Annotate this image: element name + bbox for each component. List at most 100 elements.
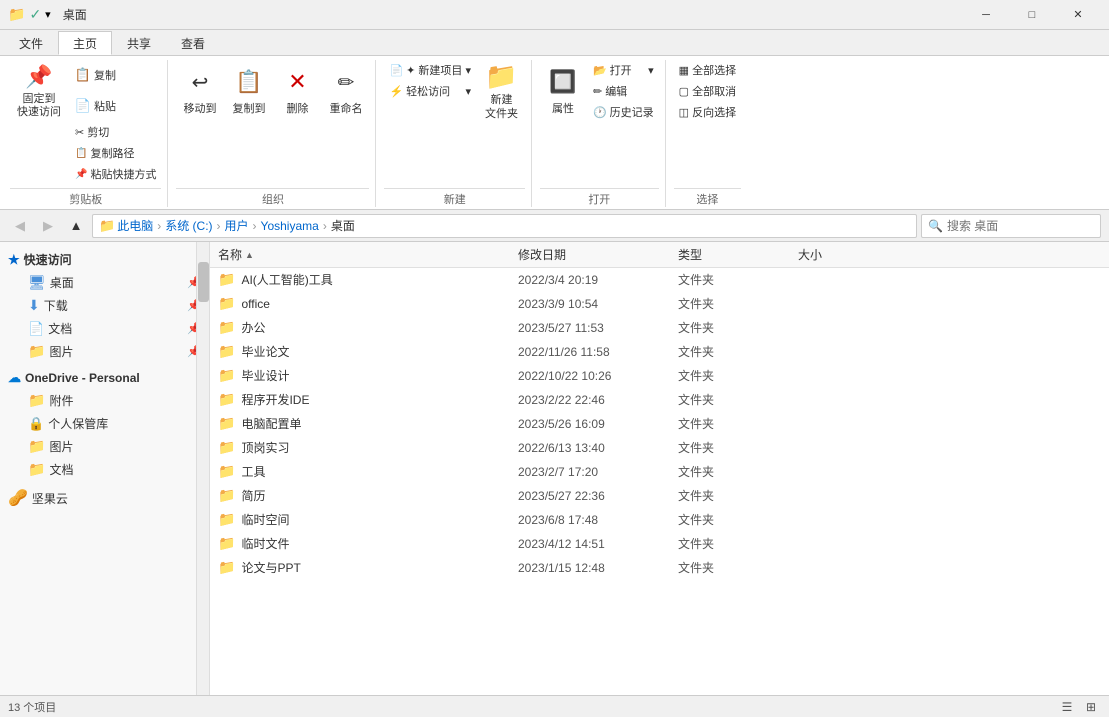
easy-access-button[interactable]: ⚡ 轻松访问 ▾ bbox=[384, 81, 476, 101]
new-folder-button[interactable]: 📁 新建文件夹 bbox=[478, 60, 525, 122]
edit-button[interactable]: ✏ 编辑 bbox=[588, 81, 659, 101]
new-label: 新建 bbox=[384, 188, 525, 207]
properties-button[interactable]: 🔲 属性 bbox=[540, 60, 586, 122]
tab-share[interactable]: 共享 bbox=[112, 31, 166, 55]
file-row[interactable]: 📁 毕业论文 2022/11/26 11:58 文件夹 bbox=[210, 340, 1109, 364]
pictures2-folder-icon: 📁 bbox=[28, 438, 45, 455]
file-row[interactable]: 📁 程序开发IDE 2023/2/22 22:46 文件夹 bbox=[210, 388, 1109, 412]
column-header-type[interactable]: 类型 bbox=[678, 246, 798, 263]
type-col-label: 类型 bbox=[678, 246, 702, 263]
close-button[interactable]: ✕ bbox=[1055, 0, 1101, 30]
title-bar-icons: 📁 ✓ ▾ bbox=[8, 6, 51, 23]
delete-button[interactable]: ✕ 删除 bbox=[274, 60, 320, 122]
breadcrumb-c[interactable]: 系统 (C:) bbox=[165, 217, 212, 234]
cut-button[interactable]: ✂ 剪切 bbox=[70, 122, 161, 142]
search-icon: 🔍 bbox=[928, 219, 943, 233]
documents2-folder-icon: 📁 bbox=[28, 461, 45, 478]
file-row[interactable]: 📁 毕业设计 2022/10/22 10:26 文件夹 bbox=[210, 364, 1109, 388]
breadcrumb-desktop: 桌面 bbox=[331, 217, 355, 234]
select-all-button[interactable]: ▦ 全部选择 bbox=[674, 60, 741, 80]
search-input[interactable] bbox=[947, 219, 1094, 233]
file-row[interactable]: 📁 AI(人工智能)工具 2022/3/4 20:19 文件夹 bbox=[210, 268, 1109, 292]
file-row[interactable]: 📁 简历 2023/5/27 22:36 文件夹 bbox=[210, 484, 1109, 508]
file-name-text: 简历 bbox=[241, 487, 265, 504]
file-type-cell: 文件夹 bbox=[678, 559, 798, 576]
back-button[interactable]: ◀ bbox=[8, 214, 32, 238]
minimize-button[interactable]: ─ bbox=[963, 0, 1009, 30]
file-name-cell: 📁 工具 bbox=[218, 463, 518, 480]
dropdown-icon[interactable]: ▾ bbox=[45, 8, 51, 21]
move-to-button[interactable]: ↩ 移动到 bbox=[176, 60, 223, 122]
tab-view[interactable]: 查看 bbox=[166, 31, 220, 55]
onedrive-header[interactable]: ☁ OneDrive - Personal bbox=[0, 367, 209, 389]
breadcrumb[interactable]: 📁 此电脑 › 系统 (C:) › 用户 › Yoshiyama › 桌面 bbox=[92, 214, 917, 238]
sidebar-item-jianguoyun[interactable]: 🥜 坚果云 bbox=[0, 485, 209, 511]
sidebar-scroll-thumb[interactable] bbox=[198, 262, 209, 302]
file-row[interactable]: 📁 电脑配置单 2023/5/26 16:09 文件夹 bbox=[210, 412, 1109, 436]
copy-path-button[interactable]: 📋 复制路径 bbox=[70, 143, 161, 163]
column-header-date[interactable]: 修改日期 bbox=[518, 246, 678, 263]
sidebar-pictures2-label: 图片 bbox=[49, 438, 73, 455]
vault-icon: 🔒 bbox=[28, 416, 44, 432]
sidebar-item-vault[interactable]: 🔒 个人保管库 bbox=[0, 412, 209, 435]
select-none-button[interactable]: ▢ 全部取消 bbox=[674, 81, 741, 101]
rename-button[interactable]: ✏ 重命名 bbox=[322, 60, 369, 122]
file-type-cell: 文件夹 bbox=[678, 511, 798, 528]
maximize-button[interactable]: □ bbox=[1009, 0, 1055, 30]
file-type-cell: 文件夹 bbox=[678, 439, 798, 456]
quick-access-header[interactable]: ★ 快速访问 bbox=[0, 248, 209, 271]
details-view-button[interactable]: ⊞ bbox=[1081, 697, 1101, 717]
date-col-label: 修改日期 bbox=[518, 246, 566, 263]
search-box[interactable]: 🔍 bbox=[921, 214, 1101, 238]
file-name-cell: 📁 论文与PPT bbox=[218, 559, 518, 576]
file-row[interactable]: 📁 顶岗实习 2022/6/13 13:40 文件夹 bbox=[210, 436, 1109, 460]
new-item-button[interactable]: 📄 ✦ 新建项目 ▾ bbox=[384, 60, 476, 80]
history-icon: 🕐 bbox=[593, 106, 607, 119]
invert-select-button[interactable]: ◫ 反向选择 bbox=[674, 102, 741, 122]
file-row[interactable]: 📁 论文与PPT 2023/1/15 12:48 文件夹 bbox=[210, 556, 1109, 580]
file-row[interactable]: 📁 办公 2023/5/27 11:53 文件夹 bbox=[210, 316, 1109, 340]
file-name-cell: 📁 毕业设计 bbox=[218, 367, 518, 384]
new-item-label: ✦ 新建项目 bbox=[406, 62, 462, 78]
file-name-text: 程序开发IDE bbox=[241, 391, 309, 408]
tab-home[interactable]: 主页 bbox=[58, 31, 112, 55]
file-row[interactable]: 📁 office 2023/3/9 10:54 文件夹 bbox=[210, 292, 1109, 316]
sidebar-item-pictures2[interactable]: 📁 图片 bbox=[0, 435, 209, 458]
breadcrumb-yoshiyama[interactable]: Yoshiyama bbox=[261, 219, 319, 233]
file-date-cell: 2022/10/22 10:26 bbox=[518, 369, 678, 383]
paste-button[interactable]: 📄 粘贴 bbox=[70, 91, 161, 121]
sidebar-scrollbar[interactable] bbox=[196, 242, 209, 695]
copy-to-button[interactable]: 📋 复制到 bbox=[225, 60, 272, 122]
sidebar-item-documents[interactable]: 📄 文档 📌 bbox=[0, 317, 209, 340]
sidebar-item-attachments[interactable]: 📁 附件 bbox=[0, 389, 209, 412]
sidebar-item-documents2[interactable]: 📁 文档 bbox=[0, 458, 209, 481]
sidebar-item-desktop[interactable]: 🖥 桌面 📌 bbox=[0, 271, 209, 294]
copy-button[interactable]: 📋 复制 bbox=[70, 60, 161, 90]
column-header-size[interactable]: 大小 bbox=[798, 246, 898, 263]
delete-icon: ✕ bbox=[281, 66, 313, 98]
file-date-cell: 2022/11/26 11:58 bbox=[518, 345, 678, 359]
file-list-header: 名称 ▲ 修改日期 类型 大小 bbox=[210, 242, 1109, 268]
clipboard-col: 📋 复制 📄 粘贴 ✂ 剪切 📋 复制路径 📌 粘贴快捷方式 bbox=[70, 60, 161, 184]
history-button[interactable]: 🕐 历史记录 bbox=[588, 102, 659, 122]
file-date-cell: 2023/2/7 17:20 bbox=[518, 465, 678, 479]
file-row[interactable]: 📁 临时空间 2023/6/8 17:48 文件夹 bbox=[210, 508, 1109, 532]
column-header-name[interactable]: 名称 ▲ bbox=[218, 246, 518, 263]
pin-button[interactable]: 📌 固定到快速访问 bbox=[10, 60, 68, 122]
open-btn[interactable]: 📂 打开 ▾ bbox=[588, 60, 659, 80]
check-icon: ✓ bbox=[29, 6, 41, 23]
file-row[interactable]: 📁 临时文件 2023/4/12 14:51 文件夹 bbox=[210, 532, 1109, 556]
file-date-cell: 2023/2/22 22:46 bbox=[518, 393, 678, 407]
tab-file[interactable]: 文件 bbox=[4, 31, 58, 55]
breadcrumb-pc[interactable]: 此电脑 bbox=[117, 217, 153, 234]
sidebar-item-downloads[interactable]: ⬇ 下载 📌 bbox=[0, 294, 209, 317]
up-button[interactable]: ▲ bbox=[64, 214, 88, 238]
edit-label: 编辑 bbox=[605, 83, 627, 99]
file-row[interactable]: 📁 工具 2023/2/7 17:20 文件夹 bbox=[210, 460, 1109, 484]
open-label: 打开 bbox=[610, 62, 632, 78]
sidebar-item-pictures[interactable]: 📁 图片 📌 bbox=[0, 340, 209, 363]
list-view-button[interactable]: ☰ bbox=[1057, 697, 1077, 717]
forward-button[interactable]: ▶ bbox=[36, 214, 60, 238]
breadcrumb-users[interactable]: 用户 bbox=[225, 217, 249, 234]
paste-shortcut-button[interactable]: 📌 粘贴快捷方式 bbox=[70, 164, 161, 184]
